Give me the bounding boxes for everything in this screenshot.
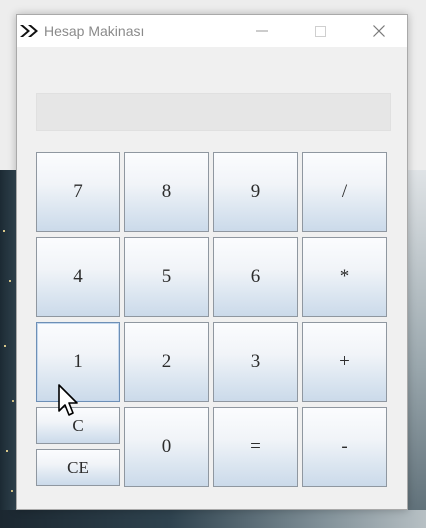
mouse-pointer-icon [58,384,82,420]
key-4-button[interactable]: 4 [36,237,120,317]
building-bottom [0,510,426,528]
key-6-button[interactable]: 6 [213,237,298,317]
maximize-icon [314,25,326,37]
window-title: Hesap Makinası [44,23,145,39]
subtract-button[interactable]: - [302,407,387,487]
minimize-button[interactable] [239,15,285,47]
multiply-button[interactable]: * [302,237,387,317]
title-bar[interactable]: Hesap Makinası [17,15,407,47]
add-button[interactable]: + [302,322,387,402]
key-7-button[interactable]: 7 [36,152,120,232]
double-chevron-right-icon [19,24,41,38]
minimize-icon [256,30,268,32]
close-icon [373,25,385,37]
key-8-button[interactable]: 8 [124,152,209,232]
clear-entry-button[interactable]: CE [36,449,120,486]
calculator-window: Hesap Makinası 7 8 9 / 4 5 6 * 1 2 3 + C… [16,14,408,510]
key-3-button[interactable]: 3 [213,322,298,402]
equals-button[interactable]: = [213,407,298,487]
key-0-button[interactable]: 0 [124,407,209,487]
key-9-button[interactable]: 9 [213,152,298,232]
key-5-button[interactable]: 5 [124,237,209,317]
maximize-button[interactable] [297,15,343,47]
close-button[interactable] [356,15,402,47]
key-2-button[interactable]: 2 [124,322,209,402]
divide-button[interactable]: / [302,152,387,232]
result-display [36,93,391,131]
